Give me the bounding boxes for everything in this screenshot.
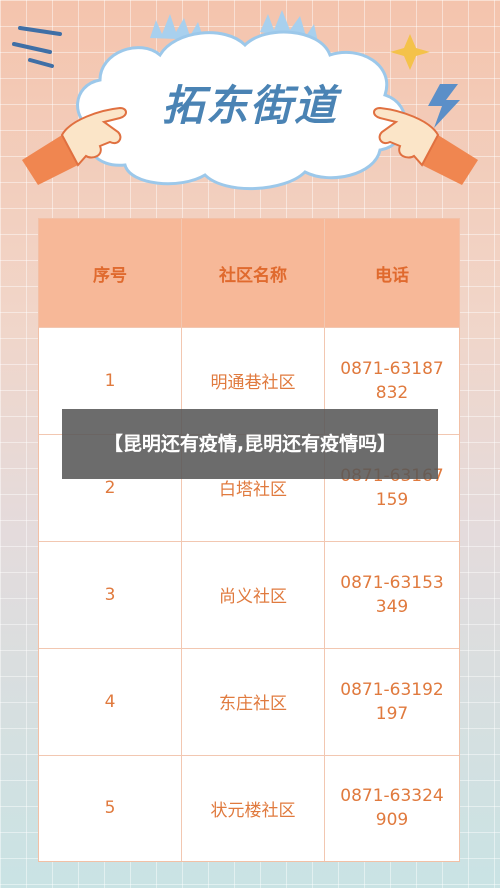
row-phone-cell: 0871-63192197 [324, 647, 459, 756]
table-row: 3 尚义社区 0871-63153349 [39, 540, 459, 649]
title-overlay: 【昆明还有疫情,昆明还有疫情吗】 [62, 409, 438, 479]
row-community-name: 东庄社区 [181, 647, 325, 756]
row-number: 5 [39, 754, 182, 861]
banner-title: 拓东街道 [161, 81, 338, 130]
row-phone: 0871-63192197 [340, 679, 444, 724]
header-number: 序号 [39, 219, 182, 328]
table-row: 4 东庄社区 0871-63192197 [39, 647, 459, 756]
row-community-name: 状元楼社区 [181, 754, 325, 861]
row-phone-cell: 0871-63324909 [324, 754, 459, 861]
community-table: 序号 社区名称 电话 1 明通巷社区 0871-63187832 2 白塔社区 … [38, 218, 460, 862]
header-phone: 电话 [324, 219, 459, 328]
speed-line-left-2 [12, 42, 52, 54]
table-row: 5 状元楼社区 0871-63324909 [39, 754, 459, 861]
row-phone: 0871-63153349 [340, 572, 444, 617]
row-phone: 0871-63324909 [340, 786, 444, 831]
row-phone-cell: 0871-63153349 [324, 540, 459, 649]
header-community-name: 社区名称 [181, 219, 325, 328]
row-number: 4 [39, 647, 182, 756]
row-community-name: 尚义社区 [181, 540, 325, 649]
table-header-row: 序号 社区名称 电话 [39, 219, 459, 328]
speed-line-left-1 [18, 26, 62, 36]
row-number: 3 [39, 540, 182, 649]
lightning-icon [428, 84, 460, 128]
sparkle-star [390, 34, 430, 70]
speed-line-left-3 [28, 58, 54, 68]
overlay-caption: 【昆明还有疫情,昆明还有疫情吗】 [103, 433, 397, 455]
row-phone: 0871-63187832 [340, 358, 444, 403]
